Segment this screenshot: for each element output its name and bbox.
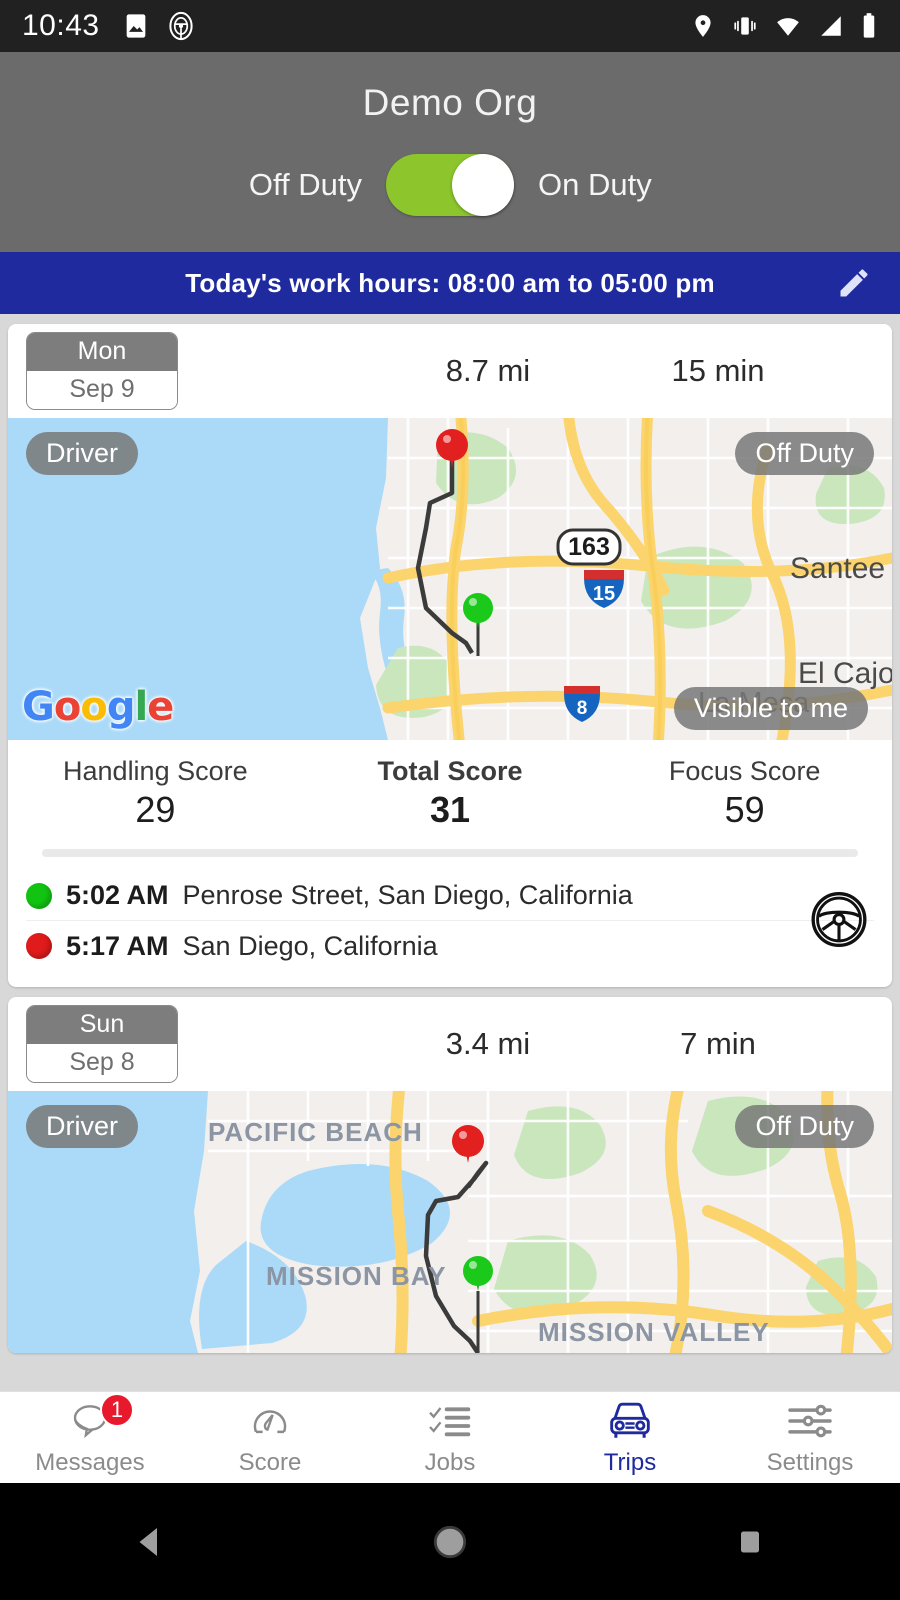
trip-distance: 3.4 mi	[445, 1026, 531, 1061]
nav-item-jobs[interactable]: Jobs	[360, 1399, 540, 1477]
trip-stop-start: 5:02 AM Penrose Street, San Diego, Calif…	[26, 871, 874, 921]
location-icon	[690, 13, 716, 39]
nav-label-messages: Messages	[35, 1448, 145, 1476]
svg-text:8: 8	[577, 698, 588, 719]
car-icon	[604, 1399, 656, 1443]
back-button[interactable]	[90, 1521, 210, 1563]
trip-card-header: Mon Sep 9 8.7 mi 15 min	[8, 324, 892, 418]
focus-score-label: Focus Score	[668, 756, 821, 786]
map-role-badge: Driver	[26, 432, 138, 476]
signal-icon	[818, 13, 844, 39]
work-hours-text: Today's work hours: 08:00 am to 05:00 pm	[185, 267, 715, 298]
status-bar-clock: 10:43	[22, 9, 100, 42]
map-role-badge: Driver	[26, 1105, 138, 1149]
svg-text:El Cajo: El Cajo	[798, 657, 892, 690]
steering-wheel-icon[interactable]	[808, 889, 870, 956]
score-progress-bar	[42, 849, 858, 857]
trip-duration: 7 min	[680, 1026, 756, 1061]
map-visibility-badge: Visible to me	[673, 686, 868, 730]
trip-scores: Handling Score 29 Total Score 31 Focus S…	[8, 740, 892, 837]
trip-map[interactable]: PACIFIC BEACH MISSION BAY MISSION VALLEY…	[8, 1091, 892, 1353]
svg-text:MISSION VALLEY: MISSION VALLEY	[538, 1317, 770, 1347]
trip-date-badge: Mon Sep 9	[26, 332, 178, 410]
start-dot-icon	[26, 882, 52, 909]
android-navigation-bar	[0, 1483, 900, 1600]
page-title: Demo Org	[362, 82, 538, 123]
app-header: Demo Org Off Duty On Duty	[0, 52, 900, 252]
total-score-label: Total Score	[377, 756, 523, 786]
svg-text:MISSION BAY: MISSION BAY	[266, 1261, 447, 1291]
end-time: 5:17 AM	[66, 930, 169, 961]
nav-item-settings[interactable]: Settings	[720, 1399, 900, 1477]
handling-score-label: Handling Score	[63, 756, 248, 786]
start-address: Penrose Street, San Diego, California	[182, 880, 633, 910]
nav-label-settings: Settings	[766, 1448, 854, 1476]
focus-score-value: 59	[724, 789, 765, 830]
vibrate-icon	[732, 13, 758, 39]
work-hours-bar[interactable]: Today's work hours: 08:00 am to 05:00 pm	[0, 252, 900, 314]
start-time: 5:02 AM	[66, 880, 169, 910]
trip-stops: 5:02 AM Penrose Street, San Diego, Calif…	[8, 857, 892, 987]
svg-text:Santee: Santee	[790, 552, 885, 585]
trip-duration: 15 min	[671, 353, 765, 388]
total-score: Total Score 31	[303, 756, 598, 831]
home-button[interactable]	[390, 1521, 510, 1563]
trip-card[interactable]: Mon Sep 9 8.7 mi 15 min 163 15 8 Santee …	[8, 324, 892, 987]
trip-stop-end: 5:17 AM San Diego, California	[26, 921, 874, 971]
trip-day-of-week: Mon	[27, 333, 177, 371]
speedometer-icon	[248, 1399, 292, 1443]
status-bar: 10:43	[0, 0, 900, 52]
nav-label-jobs: Jobs	[424, 1448, 476, 1476]
wifi-icon	[774, 13, 802, 39]
nav-item-messages[interactable]: 1 Messages	[0, 1392, 180, 1477]
on-duty-label: On Duty	[538, 167, 652, 202]
pencil-icon[interactable]	[834, 263, 874, 303]
end-address: San Diego, California	[182, 930, 438, 961]
trip-date-badge: Sun Sep 8	[26, 1005, 178, 1083]
bottom-navigation: 1 Messages Score Jobs Trips Settings	[0, 1391, 900, 1483]
end-dot-icon	[26, 933, 52, 959]
map-duty-badge: Off Duty	[735, 432, 874, 476]
duty-toggle[interactable]	[386, 154, 514, 216]
map-duty-badge: Off Duty	[735, 1105, 874, 1149]
trip-card-header: Sun Sep 8 3.4 mi 7 min	[8, 997, 892, 1091]
trip-card[interactable]: Sun Sep 8 3.4 mi 7 min PACIFIC BEACH MIS…	[8, 997, 892, 1353]
sliders-icon	[785, 1399, 835, 1443]
focus-score: Focus Score 59	[597, 756, 892, 831]
svg-text:15: 15	[593, 583, 615, 605]
image-icon	[122, 12, 150, 40]
phone-screen: 10:43 Demo Org Off Duty On Duty Today's …	[0, 0, 900, 1600]
handling-score-value: 29	[135, 789, 176, 830]
trip-date: Sep 9	[27, 371, 177, 409]
checklist-icon	[425, 1399, 475, 1443]
svg-text:PACIFIC BEACH: PACIFIC BEACH	[208, 1117, 423, 1147]
trip-day-of-week: Sun	[27, 1006, 177, 1044]
nav-item-score[interactable]: Score	[180, 1399, 360, 1477]
total-score-value: 31	[429, 789, 471, 830]
trip-distance: 8.7 mi	[445, 353, 531, 388]
messages-badge: 1	[100, 1392, 134, 1427]
trips-list[interactable]: Mon Sep 9 8.7 mi 15 min 163 15 8 Santee …	[0, 314, 900, 1391]
off-duty-label: Off Duty	[248, 167, 362, 202]
trip-map[interactable]: 163 15 8 Santee El Cajo La M	[8, 418, 892, 740]
trip-date: Sep 8	[27, 1044, 177, 1082]
nav-item-trips[interactable]: Trips	[540, 1399, 720, 1477]
nav-label-trips: Trips	[603, 1448, 657, 1476]
steering-wheel-icon	[166, 11, 196, 41]
handling-score: Handling Score 29	[8, 756, 303, 831]
chat-bubble-icon: 1	[68, 1392, 134, 1443]
duty-toggle-row: Off Duty On Duty	[0, 154, 900, 216]
recents-button[interactable]	[690, 1524, 810, 1560]
nav-label-score: Score	[238, 1448, 302, 1476]
battery-icon	[860, 12, 878, 40]
svg-text:163: 163	[568, 533, 610, 561]
duty-toggle-knob	[452, 154, 514, 216]
google-logo: Google	[22, 684, 174, 730]
